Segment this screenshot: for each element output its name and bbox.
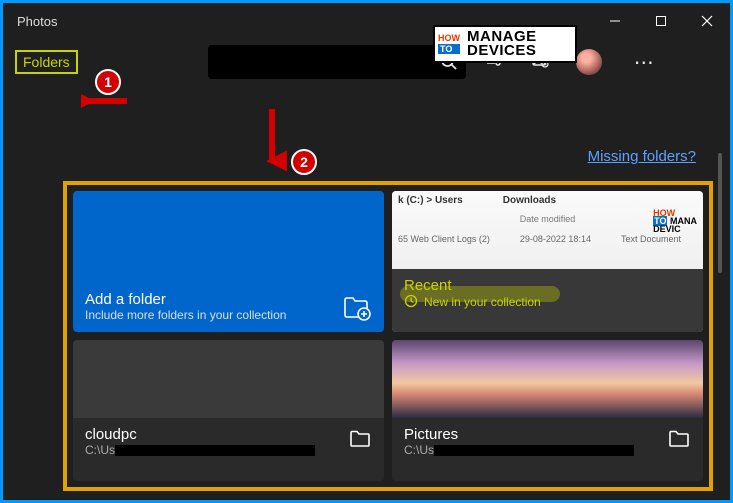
missing-folders-link[interactable]: Missing folders? [588, 148, 696, 165]
tile-add-folder[interactable]: Add a folder Include more folders in you… [73, 191, 384, 332]
preview-row-date: 29-08-2022 18:14 [520, 234, 591, 244]
preview-datemod: Date modified [398, 214, 697, 224]
close-button[interactable] [684, 3, 730, 39]
tile-thumbnail [392, 340, 703, 418]
watermark-to: TO [438, 44, 460, 55]
tile-subtitle: C:\Us [404, 443, 661, 457]
folder-icon [348, 426, 372, 455]
tile-pictures[interactable]: Pictures C:\Us [392, 340, 703, 481]
tile-subtitle: Include more folders in your collection [85, 308, 342, 322]
preview-col2: Downloads [503, 195, 556, 206]
folders-grid: Add a folder Include more folders in you… [63, 181, 713, 491]
annotation-badge-1: 1 [95, 69, 121, 95]
preview-row-name: 65 Web Client Logs (2) [398, 234, 490, 244]
tile-subtitle: C:\Us [85, 443, 342, 457]
watermark-text: MANAGE DEVICES [463, 30, 537, 59]
tile-cloudpc[interactable]: cloudpc C:\Us [73, 340, 384, 481]
window-controls [592, 3, 730, 39]
preview-mini-watermark: HOWTO MANADEVIC [653, 209, 697, 233]
tile-title: Pictures [404, 426, 661, 443]
annotation-arrow-2 [257, 107, 287, 171]
folder-add-icon [342, 292, 372, 322]
watermark-badge: HOW TO MANAGE DEVICES [433, 25, 577, 63]
tab-folders[interactable]: Folders [15, 50, 78, 74]
search-input[interactable] [208, 45, 466, 79]
tile-recent[interactable]: k (C:) > Users Downloads Date modified 6… [392, 191, 703, 332]
avatar[interactable] [576, 49, 602, 75]
more-options-icon[interactable]: ⋯ [628, 50, 662, 75]
maximize-button[interactable] [638, 3, 684, 39]
folder-icon [667, 426, 691, 455]
tile-thumbnail [73, 340, 384, 418]
preview-row-type: Text Document [621, 234, 681, 244]
preview-breadcrumb: k (C:) > Users [398, 195, 463, 206]
annotation-badge-2: 2 [291, 149, 317, 175]
minimize-button[interactable] [592, 3, 638, 39]
window-title: Photos [3, 14, 57, 29]
titlebar: Photos [3, 3, 730, 39]
tile-title: Add a folder [85, 291, 342, 308]
recent-preview: k (C:) > Users Downloads Date modified 6… [392, 191, 703, 269]
watermark-how: HOW [438, 34, 460, 43]
tile-title: cloudpc [85, 426, 342, 443]
vertical-scrollbar[interactable] [718, 153, 722, 273]
